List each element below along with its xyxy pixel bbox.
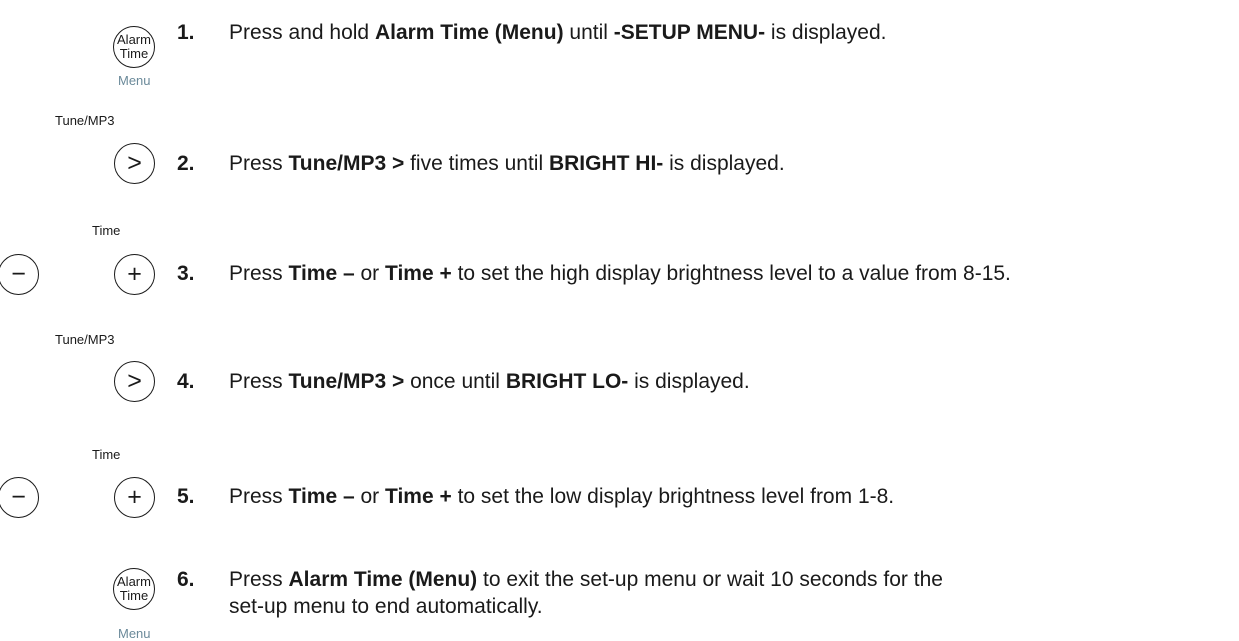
tune-mp3-caption: Tune/MP3 — [55, 332, 115, 347]
alarm-label-line1: Alarm — [117, 32, 151, 47]
step-text: Press Tune/MP3 > five times until BRIGHT… — [229, 151, 785, 177]
step-text: Press Time – or Time + to set the high d… — [229, 261, 1011, 287]
text-bold: Alarm Time (Menu) — [374, 21, 564, 44]
time-minus-button: − — [0, 254, 39, 295]
text-part: Press and hold — [229, 21, 375, 44]
text-part: or — [354, 485, 386, 508]
step-text: Press Alarm Time (Menu) to exit the set-… — [229, 567, 943, 593]
text-part: Press — [229, 568, 289, 591]
time-plus-button: + — [114, 254, 155, 295]
minus-icon: − — [11, 260, 26, 288]
text-part: is displayed. — [628, 370, 750, 393]
alarm-time-button: Alarm Time — [113, 26, 155, 68]
minus-icon: − — [11, 483, 26, 511]
text-bold: Time – — [288, 485, 355, 508]
tune-next-button: > — [114, 361, 155, 402]
step-text-line2: set-up menu to end automatically. — [229, 595, 543, 618]
step-text: Press Tune/MP3 > once until BRIGHT LO- i… — [229, 369, 750, 395]
menu-caption: Menu — [118, 626, 151, 641]
chevron-right-icon: > — [127, 367, 142, 395]
text-part: to set the low display brightness level … — [451, 485, 895, 508]
time-plus-button: + — [114, 477, 155, 518]
text-bold: Time + — [385, 485, 452, 508]
text-part: is displayed. — [663, 152, 785, 175]
alarm-label-line1: Alarm — [117, 574, 151, 589]
text-part: until — [563, 21, 614, 44]
time-caption: Time — [92, 447, 121, 462]
menu-caption: Menu — [118, 73, 151, 88]
step-text: Press Time – or Time + to set the low di… — [229, 484, 894, 510]
chevron-right-icon: > — [127, 149, 142, 177]
time-caption: Time — [92, 223, 121, 238]
step-number: 1. — [177, 21, 195, 44]
text-bold: Alarm Time (Menu) — [288, 568, 478, 591]
text-part: to set the high display brightness level… — [451, 262, 1011, 285]
text-bold: Tune/MP3 > — [288, 152, 405, 175]
plus-icon: + — [127, 483, 142, 511]
step-number: 2. — [177, 152, 195, 175]
alarm-time-button-label: Alarm Time — [117, 575, 151, 603]
alarm-time-button: Alarm Time — [113, 568, 155, 610]
text-part: or — [354, 262, 386, 285]
text-bold: Time + — [385, 262, 452, 285]
alarm-time-button-label: Alarm Time — [117, 33, 151, 61]
text-bold: -SETUP MENU- — [613, 21, 766, 44]
text-part: is displayed. — [765, 21, 887, 44]
time-minus-button: − — [0, 477, 39, 518]
plus-icon: + — [127, 260, 142, 288]
tune-mp3-caption: Tune/MP3 — [55, 113, 115, 128]
text-part: five times until — [404, 152, 549, 175]
text-part: Press — [229, 485, 289, 508]
text-bold: Tune/MP3 > — [288, 370, 405, 393]
text-bold: Time – — [288, 262, 355, 285]
text-part: to exit the set-up menu or wait 10 secon… — [477, 568, 943, 591]
step-text: Press and hold Alarm Time (Menu) until -… — [229, 20, 887, 46]
alarm-label-line2: Time — [119, 588, 149, 603]
text-part: Press — [229, 370, 289, 393]
step-number: 5. — [177, 485, 195, 508]
step-number: 3. — [177, 262, 195, 285]
alarm-label-line2: Time — [119, 46, 149, 61]
text-part: once until — [404, 370, 506, 393]
tune-next-button: > — [114, 143, 155, 184]
text-bold: BRIGHT LO- — [505, 370, 629, 393]
step-number: 4. — [177, 370, 195, 393]
text-part: Press — [229, 152, 289, 175]
text-bold: BRIGHT HI- — [548, 152, 664, 175]
text-part: Press — [229, 262, 289, 285]
step-number: 6. — [177, 568, 195, 591]
